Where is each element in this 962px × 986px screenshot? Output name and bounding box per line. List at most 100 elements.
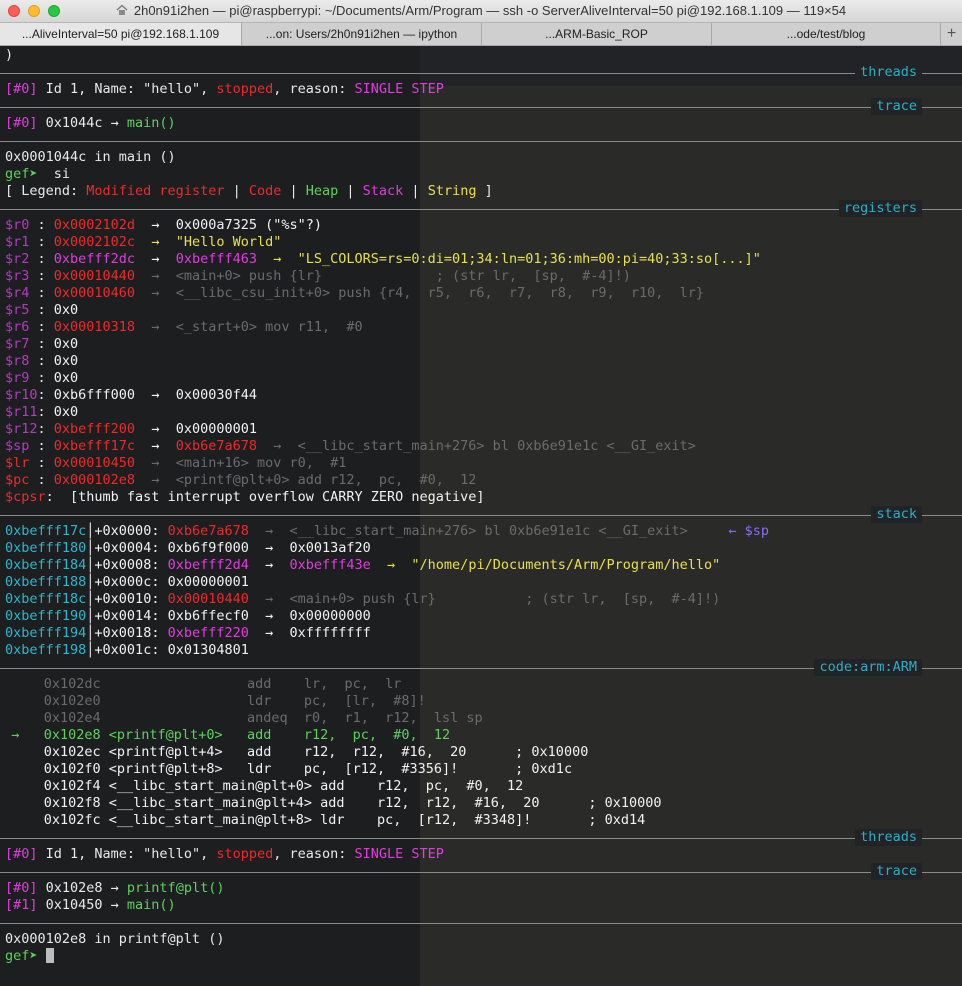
- code-header: code:arm:ARM: [814, 659, 922, 676]
- instruction-row: 0x102e0 ldr pc, [lr, #8]!: [0, 693, 426, 709]
- gef-prompt: gef➤: [5, 166, 38, 182]
- instruction-row: 0x102f8 <__libc_start_main@plt+4> add r1…: [0, 795, 662, 811]
- tab-ssh-session[interactable]: ...AliveInterval=50 pi@192.168.1.109: [0, 23, 241, 45]
- legend-bar: |: [338, 183, 363, 199]
- instruction-row: 0x102f0 <printf@plt+8> ldr pc, [r12, #33…: [0, 761, 573, 777]
- frame-line-2: 0x000102e8 in printf@plt (): [5, 931, 225, 947]
- legend-bar: |: [224, 183, 249, 199]
- trace-function: main(): [126, 115, 176, 131]
- stack-deref: → <main+0> push {lr} ; (str lr, [sp, #-4…: [248, 591, 721, 607]
- threads2-separator: [0, 838, 962, 839]
- register-value: 0x00010460: [53, 285, 136, 301]
- register-colon: :: [45, 489, 62, 505]
- arrow: →: [248, 557, 290, 573]
- legend-heap: Heap: [305, 183, 339, 199]
- stack-deref: → "/home/pi/Documents/Arm/Program/hello": [370, 557, 721, 573]
- thread-reason-label: , reason:: [273, 846, 355, 862]
- stack-address: 0xbefff180: [5, 540, 87, 556]
- stack-row: 0xbefff194│+0x0018: 0xbefff220 → 0xfffff…: [5, 625, 371, 642]
- registers-separator: [0, 209, 962, 210]
- register-value: 0x0: [53, 353, 79, 369]
- register-name: $r1: [5, 234, 38, 250]
- register-row: $pc : 0x000102e8 → <printf@plt+0> add r1…: [5, 472, 476, 489]
- register-deref: → "LS_COLORS=rs=0:di=01;34:ln=01;36:mh=0…: [256, 251, 761, 267]
- register-colon: :: [37, 319, 54, 335]
- flags-highlight: CARRY ZERO: [322, 489, 404, 505]
- frame-line: 0x0001044c in main (): [5, 149, 176, 165]
- stack-offset: +0x001c:: [94, 642, 168, 658]
- register-deref: → <main+16> mov r0, #1: [135, 455, 347, 471]
- register-colon: :: [37, 268, 54, 284]
- stack-separator: [0, 515, 962, 516]
- register-row: $r0 : 0x0002102d → 0x000a7325 ("%s"?): [5, 217, 322, 234]
- register-colon: :: [37, 336, 54, 352]
- instruction-row: 0x102fc <__libc_start_main@plt+8> ldr pc…: [0, 812, 646, 828]
- legend-bar: |: [403, 183, 428, 199]
- stack-address: 0xbefff18c: [5, 591, 87, 607]
- stack-row: 0xbefff188│+0x000c: 0x00000001: [5, 574, 249, 591]
- register-value: 0x0: [53, 336, 79, 352]
- trace2-end-separator: [0, 923, 962, 924]
- new-tab-button[interactable]: +: [940, 23, 962, 45]
- register-row: $r5 : 0x0: [5, 302, 78, 319]
- register-value: 0xbefff200: [53, 421, 136, 437]
- register-colon: :: [37, 438, 54, 454]
- stack-value: 0xb6e7a678: [167, 523, 249, 539]
- legend-code: Code: [248, 183, 282, 199]
- thread-id: Id 1, Name: "hello",: [37, 81, 217, 97]
- terminal-output[interactable]: ) threads [#0] Id 1, Name: "hello", stop…: [0, 46, 962, 986]
- trace-address: 0x10450 →: [37, 897, 127, 913]
- threads-separator: [0, 73, 962, 74]
- prompt-line[interactable]: gef➤: [5, 948, 54, 965]
- stack-offset: +0x0010:: [94, 591, 168, 607]
- register-name: $r0: [5, 217, 38, 233]
- trace-separator: [0, 107, 962, 108]
- register-colon: :: [37, 387, 54, 403]
- stack-deref: → 0x0013af20: [248, 540, 371, 556]
- register-row: $r10: 0xb6fff000 → 0x00030f44: [5, 387, 257, 404]
- thread-reason-label: , reason:: [273, 81, 355, 97]
- register-pointer: 0xb6e7a678: [175, 438, 257, 454]
- instruction-row: 0x102e4 andeq r0, r1, r12, lsl sp: [0, 710, 483, 726]
- stack-deref: → 0x00000000: [248, 608, 371, 624]
- register-deref: → <printf@plt+0> add r12, pc, #0, 12: [135, 472, 477, 488]
- tab-ipython[interactable]: ...on: Users/2h0n91i2hen — ipython: [241, 23, 481, 45]
- register-deref: → 0x000a7325 ("%s"?): [135, 217, 322, 233]
- stack-offset: +0x0018:: [94, 625, 168, 641]
- register-name: $r6: [5, 319, 38, 335]
- register-row: $r2 : 0xbefff2dc → 0xbefff463 → "LS_COLO…: [5, 251, 761, 268]
- register-name: $sp: [5, 438, 38, 454]
- current-instruction: → 0x102e8 <printf@plt+0> add r12, pc, #0…: [0, 727, 451, 743]
- trace-frame: [#0] 0x1044c → main(): [5, 115, 176, 132]
- stack-header: stack: [871, 506, 922, 523]
- tab-arm-basic-rop[interactable]: ...ARM-Basic_ROP: [481, 23, 711, 45]
- register-value: 0x0002102d: [53, 217, 136, 233]
- stack-row: 0xbefff17c│+0x0000: 0xb6e7a678 → <__libc…: [5, 523, 769, 540]
- instruction-row: 0x102ec <printf@plt+4> add r12, r12, #16…: [0, 744, 589, 760]
- thread-state: stopped: [216, 81, 274, 97]
- stack-address: 0xbefff184: [5, 557, 87, 573]
- thread-reason: SINGLE STEP: [354, 846, 444, 862]
- register-colon: :: [37, 421, 54, 437]
- home-icon: [116, 4, 128, 15]
- register-value: 0x00010450: [53, 455, 136, 471]
- threads-header: threads: [855, 64, 922, 81]
- stack-row: 0xbefff18c│+0x0010: 0x00010440 → <main+0…: [5, 591, 720, 608]
- stack-offset: +0x0014:: [94, 608, 168, 624]
- stack-address: 0xbefff17c: [5, 523, 87, 539]
- command-text: si: [37, 166, 71, 182]
- stack-deref: → <__libc_start_main+276> bl 0xb6e91e1c …: [248, 523, 688, 539]
- stack-offset: +0x0008:: [94, 557, 168, 573]
- tab-blog[interactable]: ...ode/test/blog: [711, 23, 940, 45]
- terminal-window: 2h0n91i2hen — pi@raspberrypi: ~/Document…: [0, 0, 962, 986]
- stack-deref: → 0xffffffff: [248, 625, 371, 641]
- instruction-row: 0x102f4 <__libc_start_main@plt+0> add r1…: [0, 778, 524, 794]
- register-colon: :: [37, 217, 54, 233]
- register-row: $r11: 0x0: [5, 404, 78, 421]
- legend-bar: |: [281, 183, 306, 199]
- register-row: $r4 : 0x00010460 → <__libc_csu_init+0> p…: [5, 285, 704, 302]
- stack-value: 0x01304801: [167, 642, 249, 658]
- title-bar: 2h0n91i2hen — pi@raspberrypi: ~/Document…: [0, 0, 962, 23]
- register-pointer: 0xbefff463: [175, 251, 257, 267]
- thread-line: [#0] Id 1, Name: "hello", stopped, reaso…: [5, 81, 444, 98]
